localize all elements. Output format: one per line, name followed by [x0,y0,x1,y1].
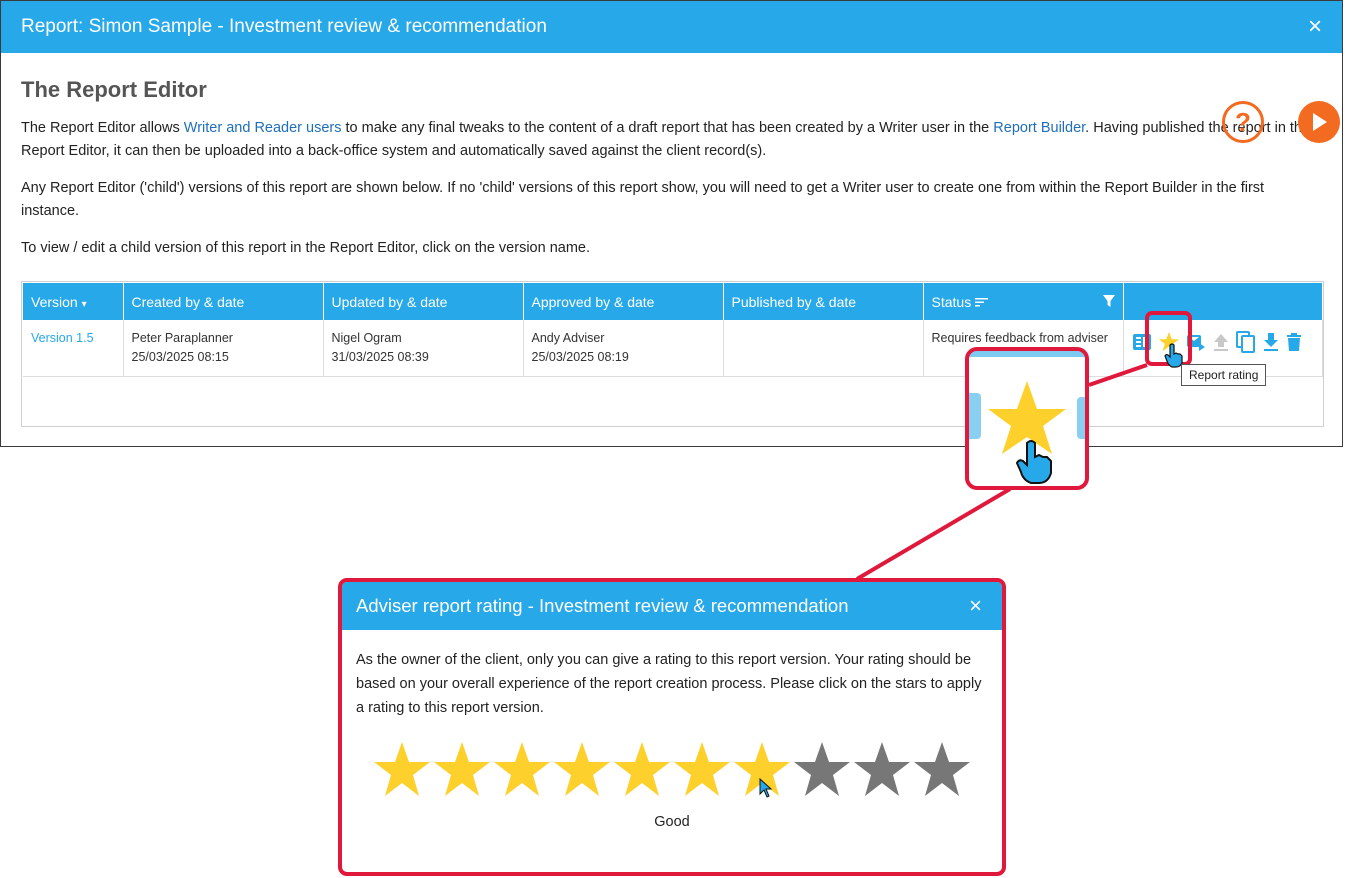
star-rating[interactable] [342,740,1002,800]
tooltip: Report rating [1181,364,1267,386]
rating-star-3[interactable] [492,740,552,800]
rating-star-10[interactable] [912,740,972,800]
zoom-callout [965,347,1089,490]
rating-star-8[interactable] [792,740,852,800]
rating-star-4[interactable] [552,740,612,800]
rating-star-1[interactable] [372,740,432,800]
rating-star-2[interactable] [432,740,492,800]
rating-dialog-title: Adviser report rating - Investment revie… [356,595,849,616]
rating-star-5[interactable] [612,740,672,800]
close-icon[interactable]: × [969,595,982,617]
rating-dialog-body: As the owner of the client, only you can… [356,652,982,716]
rating-star-9[interactable] [852,740,912,800]
mouse-pointer-icon [759,778,773,798]
rating-dialog-titlebar: Adviser report rating - Investment revie… [342,582,1002,630]
zoomed-star-icon [969,351,1085,484]
rating-word: Good [654,814,690,830]
rating-dialog: Adviser report rating - Investment revie… [338,578,1006,876]
rating-star-6[interactable] [672,740,732,800]
